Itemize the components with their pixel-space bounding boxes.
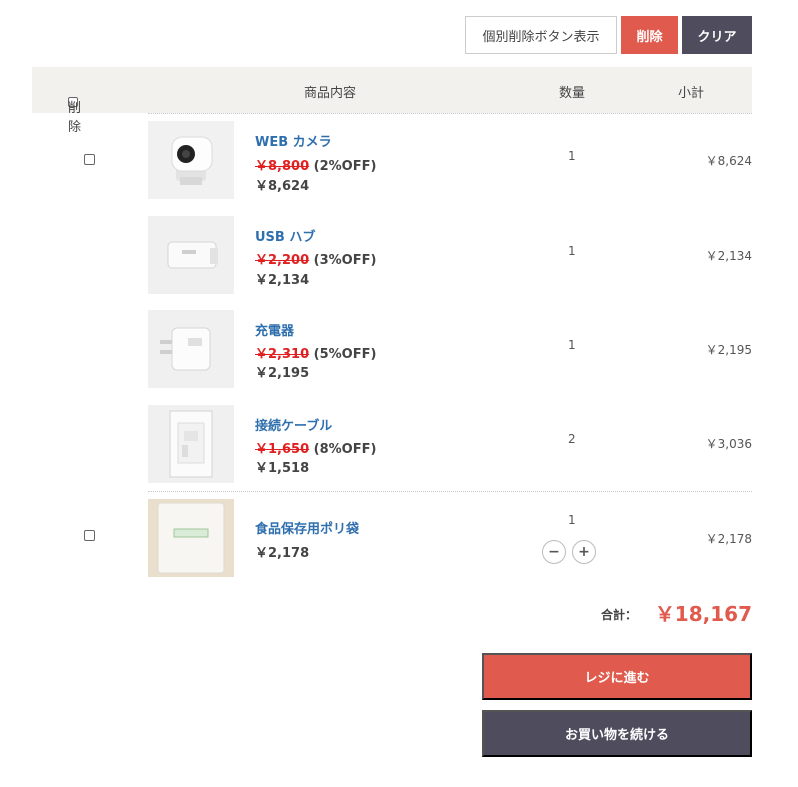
cart-item: 食品保存用ポリ袋 ￥2,178 1 − + ￥2,178 bbox=[32, 499, 752, 579]
sale-price: ￥1,518 bbox=[255, 461, 310, 476]
item-quantity: 1 bbox=[568, 244, 576, 258]
cart-item: 充電器 ￥2,310 (5%OFF) ￥2,195 1 ￥2,195 bbox=[32, 310, 752, 390]
original-price: ￥2,200 (3%OFF) bbox=[255, 249, 376, 268]
sale-price: ￥8,624 bbox=[255, 179, 310, 194]
product-name-link[interactable]: 充電器 bbox=[255, 320, 294, 339]
product-image[interactable] bbox=[148, 121, 234, 199]
item-subtotal: ￥8,624 bbox=[705, 154, 752, 168]
continue-shopping-button[interactable]: お買い物を続ける bbox=[482, 710, 752, 757]
decrement-button[interactable]: − bbox=[542, 540, 566, 564]
cart-table-header: 削除 商品内容 数量 小計 bbox=[32, 67, 752, 135]
checkout-button[interactable]: レジに進む bbox=[482, 653, 752, 700]
item-subtotal: ￥2,134 bbox=[705, 249, 752, 263]
product-name-link[interactable]: 食品保存用ポリ袋 bbox=[255, 518, 359, 537]
cart-item: 接続ケーブル ￥1,650 (8%OFF) ￥1,518 2 ￥3,036 bbox=[32, 405, 752, 485]
discount-rate: (2%OFF) bbox=[309, 159, 377, 174]
increment-button[interactable]: + bbox=[572, 540, 596, 564]
delete-button[interactable]: 削除 bbox=[621, 16, 678, 54]
product-name-link[interactable]: 接続ケーブル bbox=[255, 415, 332, 434]
product-name-link[interactable]: WEB カメラ bbox=[255, 131, 332, 150]
product-image[interactable] bbox=[148, 499, 234, 577]
product-image[interactable] bbox=[148, 310, 234, 388]
item-delete-checkbox[interactable] bbox=[84, 154, 95, 165]
header-item: 商品内容 bbox=[304, 86, 357, 101]
item-subtotal: ￥2,195 bbox=[705, 343, 752, 357]
sale-price: ￥2,195 bbox=[255, 366, 310, 381]
item-quantity: 1 bbox=[568, 149, 576, 163]
discount-rate: (5%OFF) bbox=[309, 347, 377, 362]
product-image[interactable] bbox=[148, 216, 234, 294]
sale-price: ￥2,134 bbox=[255, 273, 310, 288]
total-label: 合計： bbox=[601, 608, 638, 622]
strikethrough-price: ￥1,650 bbox=[255, 442, 310, 457]
cart-actions: 個別削除ボタン表示 削除 クリア bbox=[465, 16, 752, 54]
product-name-link[interactable]: USB ハブ bbox=[255, 226, 315, 245]
strikethrough-price: ￥2,200 bbox=[255, 253, 310, 268]
product-image[interactable] bbox=[148, 405, 234, 483]
row-divider bbox=[148, 491, 752, 492]
item-quantity: 1 bbox=[568, 338, 576, 352]
quantity-stepper: − + bbox=[542, 540, 596, 564]
item-quantity: 1 bbox=[568, 513, 576, 527]
row-divider bbox=[148, 113, 752, 114]
item-quantity: 2 bbox=[568, 432, 576, 446]
clear-button[interactable]: クリア bbox=[682, 16, 752, 54]
header-subtotal: 小計 bbox=[678, 86, 705, 101]
original-price: ￥2,310 (5%OFF) bbox=[255, 343, 376, 362]
discount-rate: (3%OFF) bbox=[309, 253, 377, 268]
sale-price: ￥2,178 bbox=[255, 546, 310, 561]
discount-rate: (8%OFF) bbox=[309, 442, 377, 457]
strikethrough-price: ￥8,800 bbox=[255, 159, 310, 174]
cart-item: USB ハブ ￥2,200 (3%OFF) ￥2,134 1 ￥2,134 bbox=[32, 216, 752, 296]
original-price: ￥8,800 (2%OFF) bbox=[255, 155, 376, 174]
item-subtotal: ￥3,036 bbox=[705, 437, 752, 451]
strikethrough-price: ￥2,310 bbox=[255, 347, 310, 362]
item-subtotal: ￥2,178 bbox=[705, 532, 752, 546]
toggle-individual-delete-button[interactable]: 個別削除ボタン表示 bbox=[465, 16, 617, 54]
header-qty: 数量 bbox=[559, 86, 586, 101]
cart-item: WEB カメラ ￥8,800 (2%OFF) ￥8,624 1 ￥8,624 bbox=[32, 121, 752, 201]
total-value: ￥18,167 bbox=[654, 602, 752, 626]
original-price: ￥1,650 (8%OFF) bbox=[255, 438, 376, 457]
item-delete-checkbox[interactable] bbox=[84, 530, 95, 541]
